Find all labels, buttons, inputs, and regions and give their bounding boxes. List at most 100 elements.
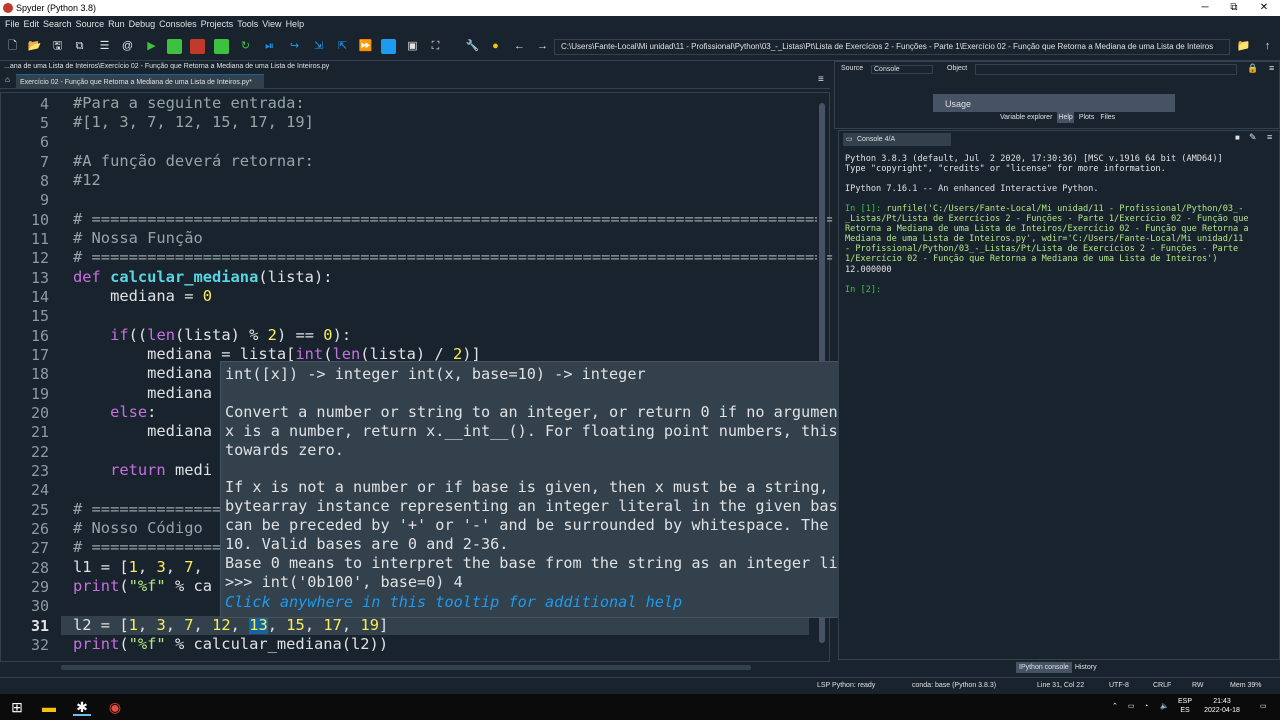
code-line[interactable]: mediana	[73, 422, 212, 440]
tab-ipython-console[interactable]: IPython console	[1016, 662, 1072, 673]
tab-help[interactable]: Help	[1057, 112, 1074, 123]
code-token: # ======================================…	[73, 210, 833, 228]
code-line[interactable]: l1 = [1, 3, 7,	[73, 558, 203, 576]
tab-variable-explorer[interactable]: Variable explorer	[999, 112, 1053, 123]
clear-console-icon[interactable]: ✎	[1249, 132, 1257, 143]
code-line[interactable]: else:	[73, 403, 156, 421]
tray-chevron-icon[interactable]: ⌃	[1112, 702, 1118, 711]
volume-icon[interactable]: 🔈	[1160, 702, 1169, 711]
code-line[interactable]: mediana = 0	[73, 287, 212, 305]
list-icon[interactable]: ☰	[97, 39, 112, 54]
maximize-pane-icon[interactable]: ▣	[405, 39, 420, 54]
stop-icon[interactable]	[381, 39, 396, 54]
step-icon[interactable]: ↪	[287, 39, 302, 54]
code-line[interactable]: # ======================================…	[73, 248, 833, 266]
code-token: l2 = [	[73, 616, 129, 634]
working-directory-field[interactable]: C:\Users\Fante-Local\Mi unidad\11 - Prof…	[554, 39, 1230, 55]
console-in2-prompt[interactable]: In [2]:	[845, 285, 881, 295]
notifications-icon[interactable]: ▭	[1260, 702, 1267, 711]
menu-projects[interactable]: Projects	[201, 16, 234, 33]
menu-run[interactable]: Run	[108, 16, 125, 33]
lock-icon[interactable]: 🔒	[1247, 63, 1258, 74]
network-icon[interactable]: ▭	[1128, 702, 1135, 711]
code-token: mediana	[73, 384, 212, 402]
tab-history[interactable]: History	[1072, 662, 1100, 673]
code-token: mediana	[73, 422, 212, 440]
forward-icon[interactable]: →	[535, 39, 550, 54]
menu-consoles[interactable]: Consoles	[159, 16, 197, 33]
open-file-icon[interactable]: 📂	[27, 39, 42, 54]
python-icon[interactable]: ●	[488, 39, 503, 54]
tab-files[interactable]: Files	[1099, 112, 1116, 123]
maximize-button[interactable]: ⧉	[1219, 0, 1249, 16]
browse-folder-icon[interactable]: 📁	[1236, 39, 1251, 54]
new-file-icon[interactable]: 🗋	[5, 39, 20, 54]
menu-edit[interactable]: Edit	[24, 16, 40, 33]
debug-icon[interactable]: ⏯	[262, 39, 277, 54]
pane-options-icon[interactable]: ≡	[1269, 63, 1274, 73]
parent-dir-icon[interactable]: ↑	[1260, 39, 1275, 54]
code-line[interactable]: l2 = [1, 3, 7, 12, 13, 15, 17, 19]	[73, 616, 388, 634]
continue-icon[interactable]: ⏩	[358, 39, 373, 54]
tab-list-icon[interactable]: ⌂	[5, 75, 10, 84]
code-token: if	[110, 326, 129, 344]
code-line[interactable]: #12	[73, 171, 101, 189]
save-all-icon[interactable]: ⧉	[72, 39, 87, 54]
menu-view[interactable]: View	[262, 16, 281, 33]
close-button[interactable]: ✕	[1249, 0, 1279, 16]
code-line[interactable]: #A função deverá retornar:	[73, 152, 314, 170]
code-line[interactable]: def calcular_mediana(lista):	[73, 268, 332, 286]
code-token: #12	[73, 171, 101, 189]
file-explorer-icon[interactable]: ▬	[40, 698, 58, 716]
step-return-icon[interactable]: ⇱	[335, 39, 350, 54]
code-line[interactable]: # ======================================…	[73, 210, 833, 228]
wifi-icon[interactable]: ◔	[1144, 702, 1148, 711]
minimize-button[interactable]: ─	[1190, 0, 1220, 16]
back-icon[interactable]: ←	[512, 39, 527, 54]
tab-console[interactable]: ▭ Console 4/A	[843, 133, 951, 146]
code-line[interactable]: # Nossa Função	[73, 229, 203, 247]
input-language[interactable]: ESP ES	[1178, 697, 1192, 715]
menu-debug[interactable]: Debug	[129, 16, 156, 33]
object-input[interactable]	[975, 64, 1237, 75]
menu-search[interactable]: Search	[43, 16, 72, 33]
console-options-icon[interactable]: ≡	[1267, 132, 1272, 142]
clock[interactable]: 21:43 2022-04-18	[1202, 697, 1242, 715]
ipython-console[interactable]: ▭ Console 4/A ■ ✎ ≡ Python 3.8.3 (defaul…	[838, 130, 1280, 660]
menu-source[interactable]: Source	[76, 16, 105, 33]
code-line[interactable]: # Nosso Código	[73, 519, 203, 537]
editor-options-icon[interactable]: ≡	[818, 74, 824, 85]
code-line[interactable]: mediana	[73, 364, 212, 382]
menu-file[interactable]: File	[5, 16, 20, 33]
code-line[interactable]: print("%f" % calcular_mediana(l2))	[73, 635, 388, 653]
code-line[interactable]: mediana	[73, 384, 212, 402]
code-token: # Nossa Função	[73, 229, 203, 247]
code-line[interactable]: print("%f" % ca	[73, 577, 212, 595]
run-icon[interactable]: ▶	[144, 39, 159, 54]
editor-horizontal-scrollbar[interactable]	[61, 665, 751, 670]
save-icon[interactable]: 🖫	[50, 39, 65, 54]
source-select[interactable]: Console	[871, 65, 933, 74]
at-icon[interactable]: @	[120, 39, 135, 54]
code-token: ,	[230, 616, 250, 634]
recorder-taskbar-icon[interactable]: ◉	[106, 698, 124, 716]
tab-exercicio-02[interactable]: Exercício 02 - Função que Retorna a Medi…	[16, 74, 264, 89]
run-cell-icon[interactable]	[167, 39, 182, 54]
wrench-icon[interactable]: 🔧	[465, 39, 480, 54]
menu-tools[interactable]: Tools	[237, 16, 258, 33]
menu-help[interactable]: Help	[286, 16, 305, 33]
console-scrollbar[interactable]	[1271, 147, 1277, 647]
code-line[interactable]: #Para a seguinte entrada:	[73, 94, 305, 112]
fullscreen-icon[interactable]: ⛶	[428, 39, 443, 54]
tab-plots[interactable]: Plots	[1078, 112, 1096, 123]
step-into-icon[interactable]: ⇲	[311, 39, 326, 54]
run-cell-advance-icon[interactable]	[190, 39, 205, 54]
run-selection-icon[interactable]	[214, 39, 229, 54]
stop-console-icon[interactable]: ■	[1235, 133, 1240, 142]
code-line[interactable]: if((len(lista) % 2) == 0):	[73, 326, 351, 344]
spyder-taskbar-icon[interactable]: ✱	[73, 698, 91, 716]
rerun-icon[interactable]: ↻	[238, 39, 253, 54]
code-line[interactable]: #[1, 3, 7, 12, 15, 17, 19]	[73, 113, 314, 131]
code-line[interactable]: return medi	[73, 461, 212, 479]
windows-start-icon[interactable]: ⊞	[8, 698, 26, 716]
